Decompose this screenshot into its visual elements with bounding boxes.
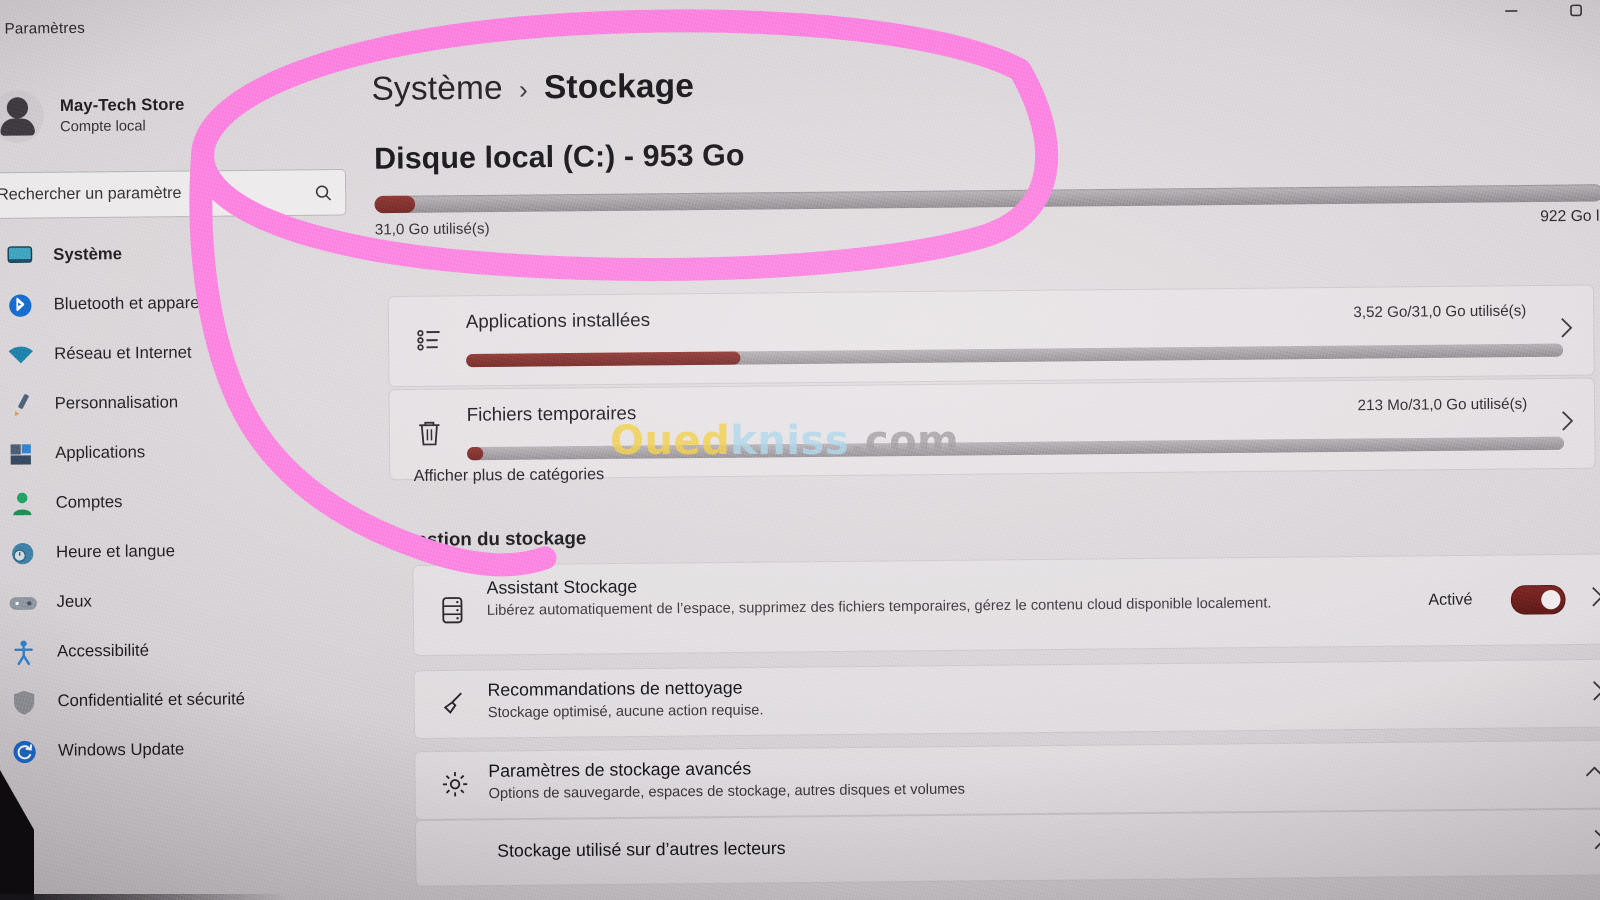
management-title: Stockage utilisé sur d’autres lecteurs [497, 837, 786, 861]
chevron-up-icon[interactable] [1581, 763, 1600, 787]
sidebar-item-label: Comptes [55, 492, 123, 512]
category-value: 213 Mo/31,0 Go utilisé(s) [1357, 395, 1528, 415]
storage-sense-icon [438, 594, 471, 627]
category-card-applications[interactable]: Applications installées 3,52 Go/31,0 Go … [387, 284, 1595, 388]
app-title: Paramètres [4, 19, 86, 38]
management-title: Recommandations de nettoyage [487, 677, 743, 700]
gamepad-icon [6, 587, 41, 618]
sidebar-item-confidentialite-et-securite[interactable]: Confidentialité et sécurité [0, 674, 365, 727]
management-title: Assistant Stockage [486, 576, 638, 598]
search-icon [301, 183, 346, 203]
disk-used-label: 31,0 Go utilisé(s) [374, 220, 490, 239]
sidebar-item-label: Système [53, 244, 123, 264]
clock-globe-icon [5, 538, 40, 569]
sidebar-item-systeme[interactable]: Système [0, 228, 361, 281]
list-bullet-icon [413, 324, 448, 359]
search-input[interactable]: Rechercher un paramètre [0, 168, 347, 219]
sidebar-item-label: Bluetooth et appareils [53, 293, 216, 314]
paintbrush-icon [4, 389, 39, 420]
sidebar-item-accessibilite[interactable]: Accessibilité [0, 624, 365, 677]
sidebar-item-label: Personnalisation [54, 393, 179, 413]
search-placeholder: Rechercher un paramètre [0, 184, 182, 204]
sidebar-item-label: Jeux [56, 592, 92, 611]
maximize-button[interactable] [1559, 0, 1594, 26]
accessibility-person-icon [6, 637, 41, 668]
sidebar-item-label: Réseau et Internet [54, 343, 192, 364]
disk-usage-bar-fill [374, 195, 416, 214]
management-subtitle: Libérez automatiquement de l’espace, sup… [486, 595, 1272, 619]
management-card-parametres-avances[interactable]: Paramètres de stockage avancés Options d… [414, 739, 1600, 821]
chevron-right-icon[interactable] [1589, 582, 1600, 616]
category-bar [466, 343, 1564, 368]
category-title: Applications installées [465, 308, 651, 332]
account-tile[interactable]: May-Tech Store Compte local [0, 80, 336, 150]
chevron-right-icon[interactable] [1559, 407, 1577, 441]
storage-sense-toggle[interactable] [1510, 584, 1566, 615]
sidebar-item-windows-update[interactable]: Windows Update [0, 723, 366, 776]
apps-grid-icon [4, 439, 39, 470]
category-bar [467, 436, 1565, 461]
disk-usage-bar [374, 184, 1600, 214]
avatar [0, 89, 45, 144]
monitor-icon [3, 240, 38, 271]
sidebar-item-applications[interactable]: Applications [0, 426, 363, 479]
sidebar-item-label: Heure et langue [56, 542, 176, 562]
refresh-circle-icon [7, 736, 42, 767]
gear-icon [440, 769, 473, 802]
shield-icon [7, 687, 42, 718]
category-value: 3,52 Go/31,0 Go utilisé(s) [1353, 302, 1527, 322]
sidebar-nav: Système Bluetooth et appareils Réseau et… [0, 228, 366, 777]
chevron-right-icon[interactable] [1558, 314, 1576, 348]
category-title: Fichiers temporaires [466, 401, 637, 425]
account-subtitle: Compte local [60, 118, 146, 136]
breadcrumb-parent[interactable]: Système [371, 68, 503, 108]
management-subtitle: Stockage optimisé, aucune action requise… [487, 702, 764, 722]
toggle-state-label: Activé [1428, 591, 1473, 609]
category-card-temp-files[interactable]: Fichiers temporaires 213 Mo/31,0 Go util… [388, 377, 1596, 481]
trash-icon [414, 417, 449, 452]
minimize-button[interactable] [1494, 0, 1529, 26]
chevron-right-icon: › [518, 74, 528, 105]
sidebar-item-personnalisation[interactable]: Personnalisation [0, 376, 363, 429]
disk-title: Disque local (C:) - 953 Go [374, 138, 745, 176]
monitor-bezel-bottom [0, 894, 1600, 900]
management-title: Paramètres de stockage avancés [488, 758, 752, 781]
breadcrumb: Système › Stockage [371, 66, 694, 108]
disk-free-label: 922 Go libre [1540, 207, 1600, 226]
sidebar-item-bluetooth-et-appareils[interactable]: Bluetooth et appareils [0, 277, 362, 330]
chevron-right-icon[interactable] [1591, 825, 1600, 859]
category-bar-fill [467, 446, 484, 461]
window-controls [1494, 0, 1594, 34]
broom-icon [439, 688, 472, 721]
sidebar-item-heure-et-langue[interactable]: Heure et langue [0, 525, 364, 578]
sidebar-item-label: Applications [55, 443, 146, 463]
sidebar-item-jeux[interactable]: Jeux [0, 575, 364, 628]
sidebar-item-label: Confidentialité et sécurité [57, 690, 246, 711]
storage-management-heading: Gestion du stockage [402, 526, 587, 550]
wifi-icon [3, 339, 38, 370]
person-icon [5, 488, 40, 519]
management-subtitle: Options de sauvegarde, espaces de stocka… [488, 781, 965, 803]
show-more-categories-link[interactable]: Afficher plus de catégories [414, 466, 605, 486]
breadcrumb-current: Stockage [543, 66, 695, 106]
sidebar: May-Tech Store Compte local Rechercher u… [0, 58, 367, 900]
category-bar-fill [466, 351, 741, 368]
management-card-recommandations-nettoyage[interactable]: Recommandations de nettoyage Stockage op… [413, 658, 1600, 740]
management-card-assistant-stockage[interactable]: Assistant Stockage Libérez automatiqueme… [412, 553, 1600, 657]
sidebar-item-comptes[interactable]: Comptes [0, 475, 364, 528]
management-card-autres-lecteurs[interactable]: Stockage utilisé sur d’autres lecteurs [414, 808, 1600, 887]
sidebar-item-label: Windows Update [57, 740, 185, 760]
chevron-right-icon[interactable] [1590, 677, 1600, 711]
account-name: May-Tech Store [59, 95, 185, 116]
sidebar-item-reseau-et-internet[interactable]: Réseau et Internet [0, 327, 362, 380]
sidebar-item-label: Accessibilité [56, 641, 150, 661]
screenshot-photo-of-monitor: Paramètres May-Tech Store Compte local R… [0, 0, 1600, 900]
bluetooth-icon [3, 290, 38, 321]
